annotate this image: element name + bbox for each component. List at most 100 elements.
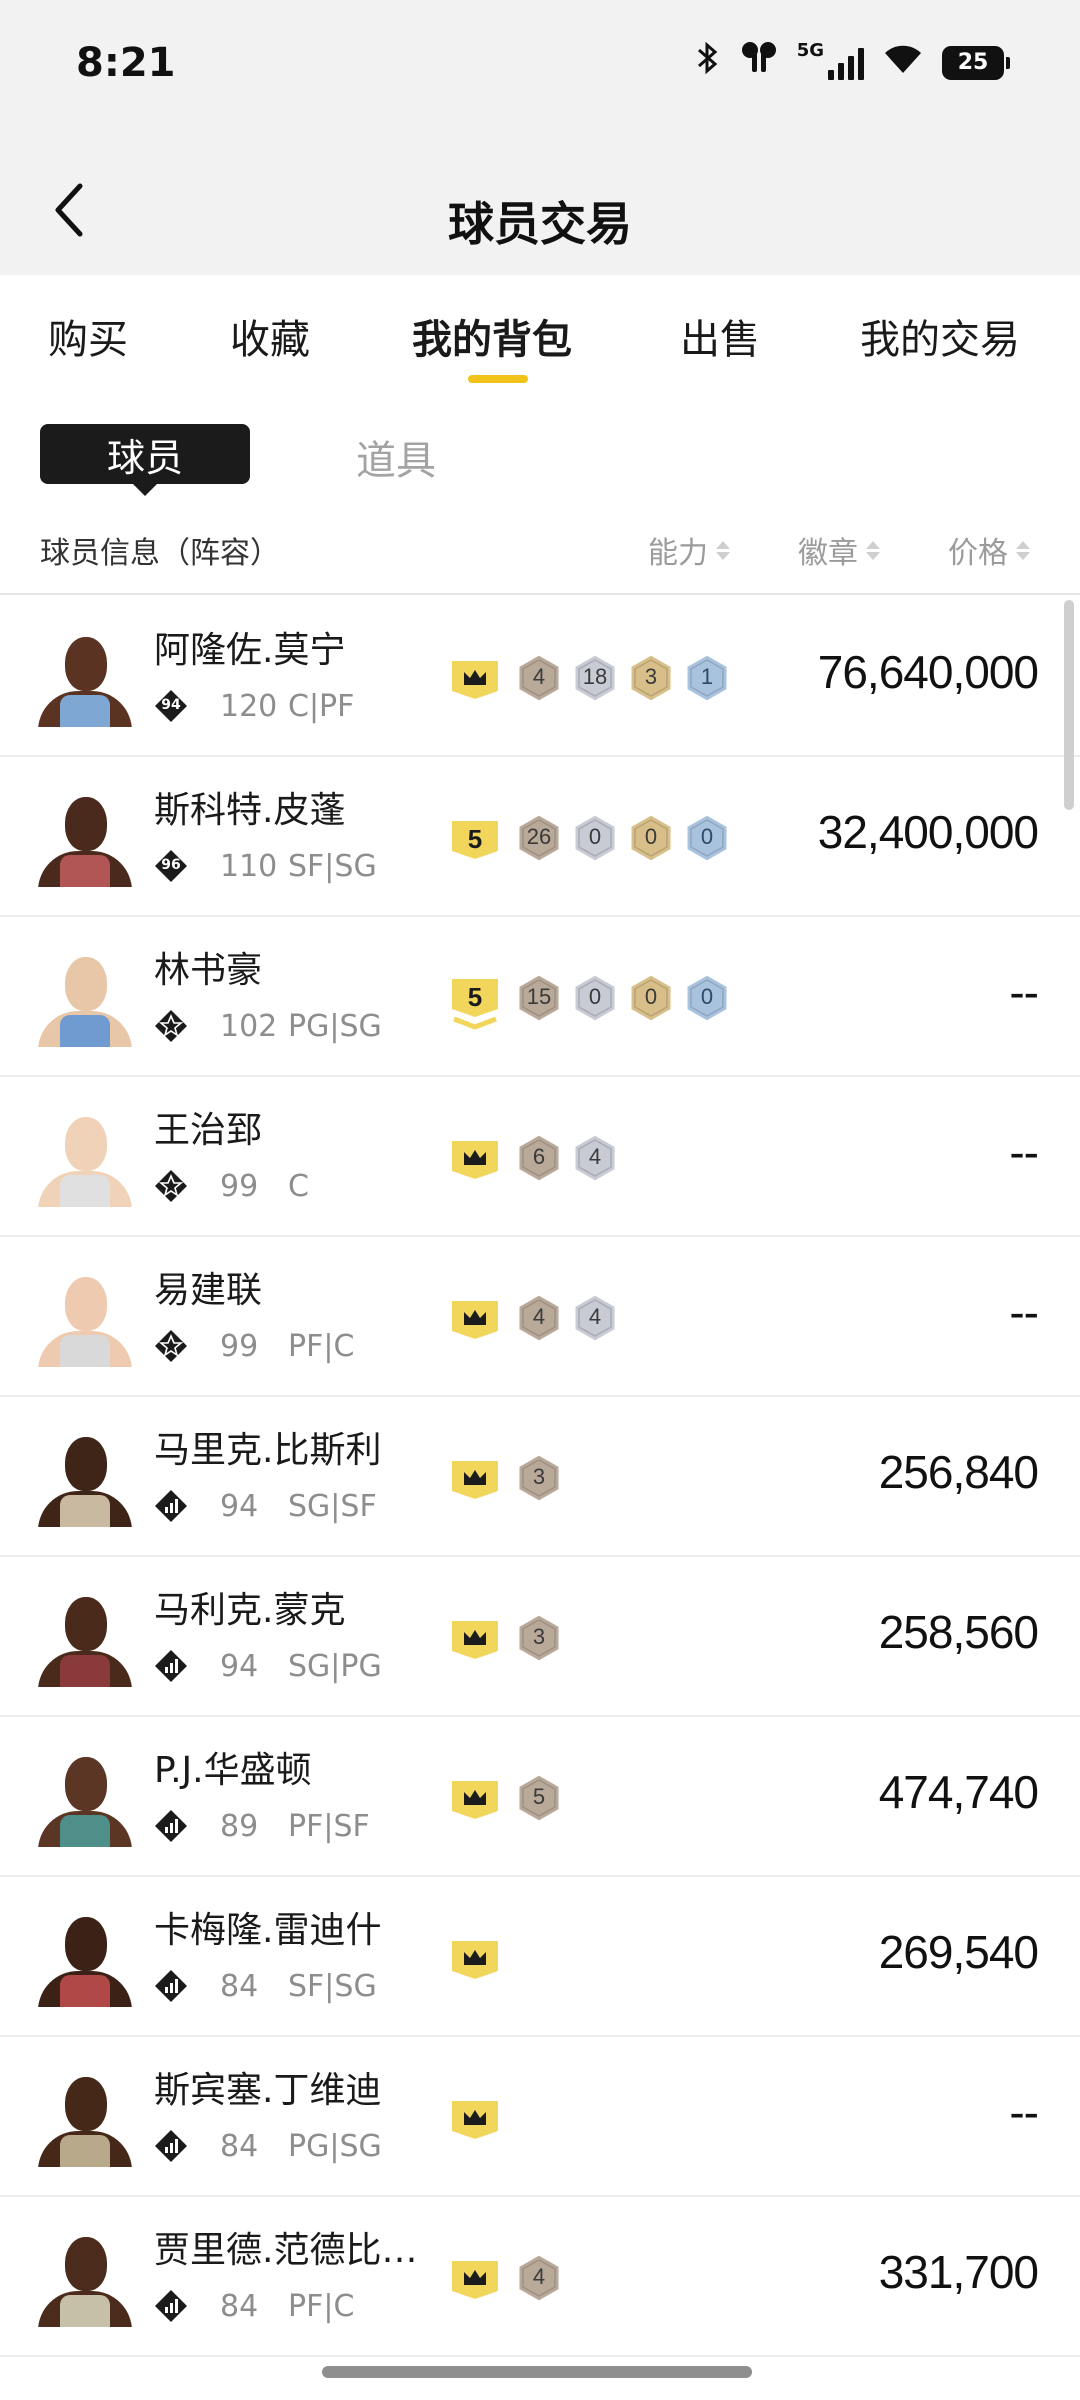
player-name: 斯科特.皮蓬 <box>154 790 346 831</box>
player-row[interactable]: 王治郅 99 C 6 4 -- <box>0 1077 1080 1237</box>
player-price: 256,840 <box>878 1446 1039 1498</box>
cap-level-5-icon: 5 <box>450 977 500 1030</box>
player-name: 卡梅隆.雷迪什 <box>154 1910 382 1951</box>
player-avatar <box>38 793 132 887</box>
sort-badge[interactable]: 徽章 <box>798 528 880 572</box>
player-position: PF|C <box>288 1329 355 1364</box>
crown-icon <box>450 1137 500 1181</box>
subtab-items[interactable]: 道具 <box>356 428 436 486</box>
badge-list: 15 0 0 0 <box>515 972 731 1024</box>
badge-list: 3 <box>515 1612 563 1664</box>
player-row[interactable]: 马里克.比斯利 94 SG|SF 3 256,840 <box>0 1397 1080 1557</box>
player-row[interactable]: 贾里德.范德比… 84 PF|C 4 331,700 <box>0 2197 1080 2357</box>
status-icons: 5G 25 <box>695 40 1010 85</box>
badge-list: 44 <box>515 1292 619 1344</box>
player-overall: 89 <box>220 1809 259 1844</box>
player-position: PG|SG <box>288 2129 382 2164</box>
sort-badge-label: 徽章 <box>798 536 858 571</box>
tab-buy[interactable]: 购买 <box>48 307 128 365</box>
player-avatar <box>38 953 132 1047</box>
badge-blue-icon: 0 <box>683 812 731 864</box>
tier-bars-icon <box>154 2129 188 2163</box>
badge-list: 64 <box>515 1132 619 1184</box>
scrollbar[interactable] <box>1064 600 1074 810</box>
badge-bronze-icon: 15 <box>515 972 563 1024</box>
player-row[interactable]: 林书豪 102 PG|SG 5 15 0 0 0 -- <box>0 917 1080 1077</box>
player-overall: 84 <box>220 2129 259 2164</box>
player-row[interactable]: 易建联 99 PF|C 4 4 -- <box>0 1237 1080 1397</box>
tab-my-trades[interactable]: 我的交易 <box>860 307 1020 365</box>
player-overall: 94 <box>220 1489 259 1524</box>
column-player-info: 球员信息（阵容） <box>40 536 280 571</box>
sort-ability[interactable]: 能力 <box>648 528 730 572</box>
badge-count: 0 <box>700 984 714 1009</box>
badge-count: 0 <box>700 824 714 849</box>
tab-favorites[interactable]: 收藏 <box>230 307 310 365</box>
player-overall: 94 <box>220 1649 259 1684</box>
badge-list: 5 <box>515 1772 563 1824</box>
tier-star-icon <box>154 1329 188 1363</box>
badge-count: 3 <box>532 1624 546 1649</box>
player-row[interactable]: P.J.华盛顿 89 PF|SF 5 474,740 <box>0 1717 1080 1877</box>
player-name: 阿隆佐.莫宁 <box>154 630 346 671</box>
player-overall: 120 <box>220 689 278 724</box>
badge-list: 26 0 0 0 <box>515 812 731 864</box>
player-position: C <box>288 1169 309 1204</box>
player-list: 阿隆佐.莫宁 94 120 C|PF 4 18 3 1 76,640,000 斯科特.皮蓬 96 11… <box>0 597 1080 2357</box>
player-price: 474,740 <box>878 1766 1039 1818</box>
crown-icon <box>450 1937 500 1981</box>
player-row[interactable]: 阿隆佐.莫宁 94 120 C|PF 4 18 3 1 76,640,000 <box>0 597 1080 757</box>
player-avatar <box>38 1113 132 1207</box>
badge-count: 4 <box>588 1304 602 1329</box>
badge-count: 5 <box>532 1784 546 1809</box>
player-row[interactable]: 卡梅隆.雷迪什 84 SF|SG 269,540 <box>0 1877 1080 2037</box>
badge-bronze-icon: 3 <box>515 1612 563 1664</box>
tab-my-backpack[interactable]: 我的背包 <box>412 307 572 365</box>
player-name: 马利克.蒙克 <box>154 1590 346 1631</box>
tab-sell[interactable]: 出售 <box>680 307 760 365</box>
badge-bronze-icon: 6 <box>515 1132 563 1184</box>
badge-count: 0 <box>644 984 658 1009</box>
badge-silver-icon: 18 <box>571 652 619 704</box>
player-avatar <box>38 1433 132 1527</box>
player-position: SG|SF <box>288 1489 377 1524</box>
player-position: SG|PG <box>288 1649 382 1684</box>
badge-list: 4 <box>515 2252 563 2304</box>
badge-blue-icon: 1 <box>683 652 731 704</box>
crown-icon <box>450 1777 500 1821</box>
tier-bars-icon <box>154 1489 188 1523</box>
tier-star-icon <box>154 1169 188 1203</box>
badge-count: 3 <box>532 1464 546 1489</box>
badge-count: 4 <box>532 664 546 689</box>
player-position: C|PF <box>288 689 355 724</box>
tab-bar: 购买 收藏 我的背包 出售 我的交易 <box>0 275 1080 390</box>
badge-count: 18 <box>582 664 608 689</box>
player-avatar <box>38 1913 132 2007</box>
network-type: 5G <box>796 40 824 61</box>
crown-icon <box>450 657 500 701</box>
player-price: 258,560 <box>878 1606 1039 1658</box>
tier-bars-icon <box>154 2289 188 2323</box>
cap-level-5-icon: 5 <box>450 817 500 861</box>
player-row[interactable]: 斯宾塞.丁维迪 84 PG|SG -- <box>0 2037 1080 2197</box>
player-name: 贾里德.范德比… <box>154 2230 418 2271</box>
badge-count: 1 <box>700 664 714 689</box>
player-price: -- <box>1009 966 1039 1018</box>
badge-bronze-icon: 3 <box>515 1452 563 1504</box>
player-name: 林书豪 <box>154 950 263 991</box>
player-avatar <box>38 633 132 727</box>
badge-count: 26 <box>526 824 552 849</box>
status-time: 8:21 <box>76 40 176 86</box>
home-indicator[interactable] <box>322 2366 752 2378</box>
tier-bars-icon <box>154 1649 188 1683</box>
player-name: 王治郅 <box>154 1110 263 1151</box>
sort-ability-label: 能力 <box>648 536 708 571</box>
player-row[interactable]: 斯科特.皮蓬 96 110 SF|SG 5 26 0 0 0 32,400,000 <box>0 757 1080 917</box>
subtab-players[interactable]: 球员 <box>40 424 250 496</box>
player-avatar <box>38 2073 132 2167</box>
tier-num-icon: 96 <box>154 849 188 883</box>
badge-count: 4 <box>588 1144 602 1169</box>
sort-icon <box>1016 540 1030 560</box>
player-row[interactable]: 马利克.蒙克 94 SG|PG 3 258,560 <box>0 1557 1080 1717</box>
sort-price[interactable]: 价格 <box>948 528 1030 572</box>
